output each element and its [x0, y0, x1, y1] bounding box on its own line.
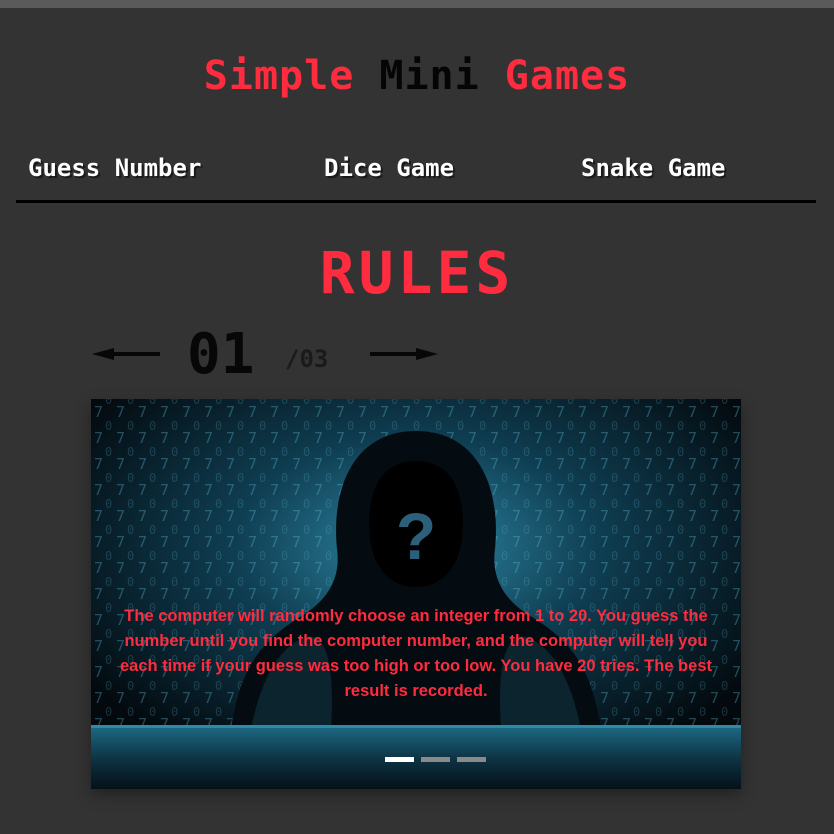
question-mark-icon: ? [396, 499, 436, 573]
slide-indicators [385, 757, 495, 763]
title-word-mini: Mini [379, 53, 480, 99]
slide-indicator-3[interactable] [457, 757, 486, 762]
right-arrow-icon[interactable] [368, 344, 438, 364]
rules-heading: RULES [319, 239, 515, 307]
title-word-simple: Simple [203, 53, 355, 99]
nav-dice-game[interactable]: Dice Game [324, 154, 454, 182]
nav-snake-game[interactable]: Snake Game [581, 154, 726, 182]
rules-slide: 7 0 ? The computer will randomly choose … [91, 399, 741, 789]
slide-indicator-2[interactable] [421, 757, 450, 762]
current-slide-number: 01 [187, 322, 255, 387]
title-word-games: Games [504, 53, 631, 99]
main-nav: Guess Number Dice Game Snake Game [16, 150, 816, 203]
hooded-hacker-image: 7 0 ? [91, 399, 741, 789]
total-slide-number: /03 [285, 345, 329, 373]
site-title: Simple Mini Games [0, 52, 834, 100]
slide-indicator-1[interactable] [385, 757, 414, 762]
left-arrow-icon[interactable] [92, 344, 162, 364]
nav-guess-number[interactable]: Guess Number [28, 154, 201, 182]
rules-description: The computer will randomly choose an int… [120, 607, 712, 700]
top-strip [0, 0, 834, 8]
slide-counter: 01 /03 [90, 322, 450, 388]
